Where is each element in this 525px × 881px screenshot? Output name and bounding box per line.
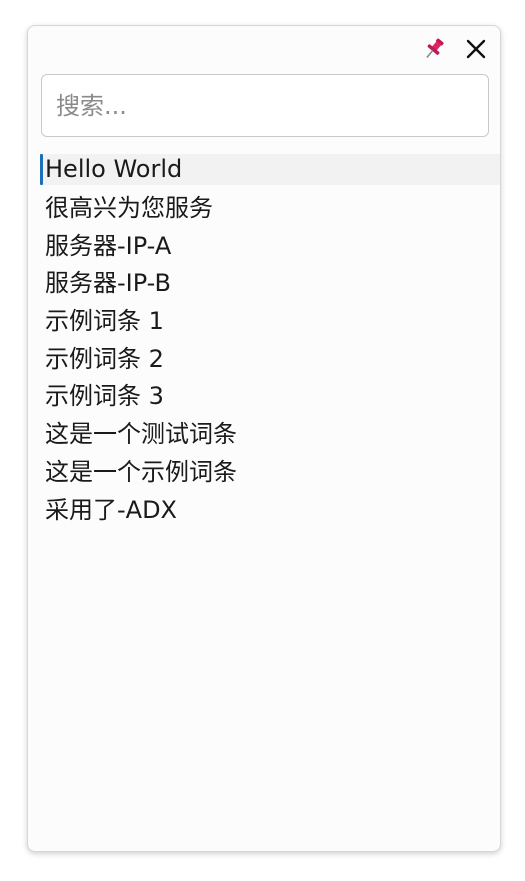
close-button[interactable]	[462, 37, 490, 65]
list-item[interactable]: 这是一个示例词条	[40, 455, 500, 493]
popup-window: Hello World 很高兴为您服务服务器-IP-A服务器-IP-B示例词条 1…	[27, 25, 501, 852]
search-box	[41, 74, 489, 137]
title-bar	[28, 26, 500, 72]
list-item[interactable]: 采用了-ADX	[40, 493, 500, 531]
entry-list: Hello World 很高兴为您服务 服务器-IP-A 服务器-IP-B 示例词条 1…	[40, 153, 500, 530]
list-item[interactable]: 示例词条 2	[40, 342, 500, 380]
list-item[interactable]: 示例词条 1	[40, 304, 500, 342]
search-input[interactable]	[42, 75, 488, 136]
list-item[interactable]: 很高兴为您服务	[40, 191, 500, 229]
list-item[interactable]: 这是一个测试词条	[40, 417, 500, 455]
list-item[interactable]: Hello World	[40, 154, 500, 185]
pin-button[interactable]	[420, 37, 448, 65]
pin-icon	[421, 36, 447, 66]
list-item[interactable]: 示例词条 3	[40, 379, 500, 417]
close-icon	[465, 38, 487, 64]
list-item[interactable]: 服务器-IP-B	[40, 266, 500, 304]
list-item[interactable]: 服务器-IP-A	[40, 229, 500, 267]
